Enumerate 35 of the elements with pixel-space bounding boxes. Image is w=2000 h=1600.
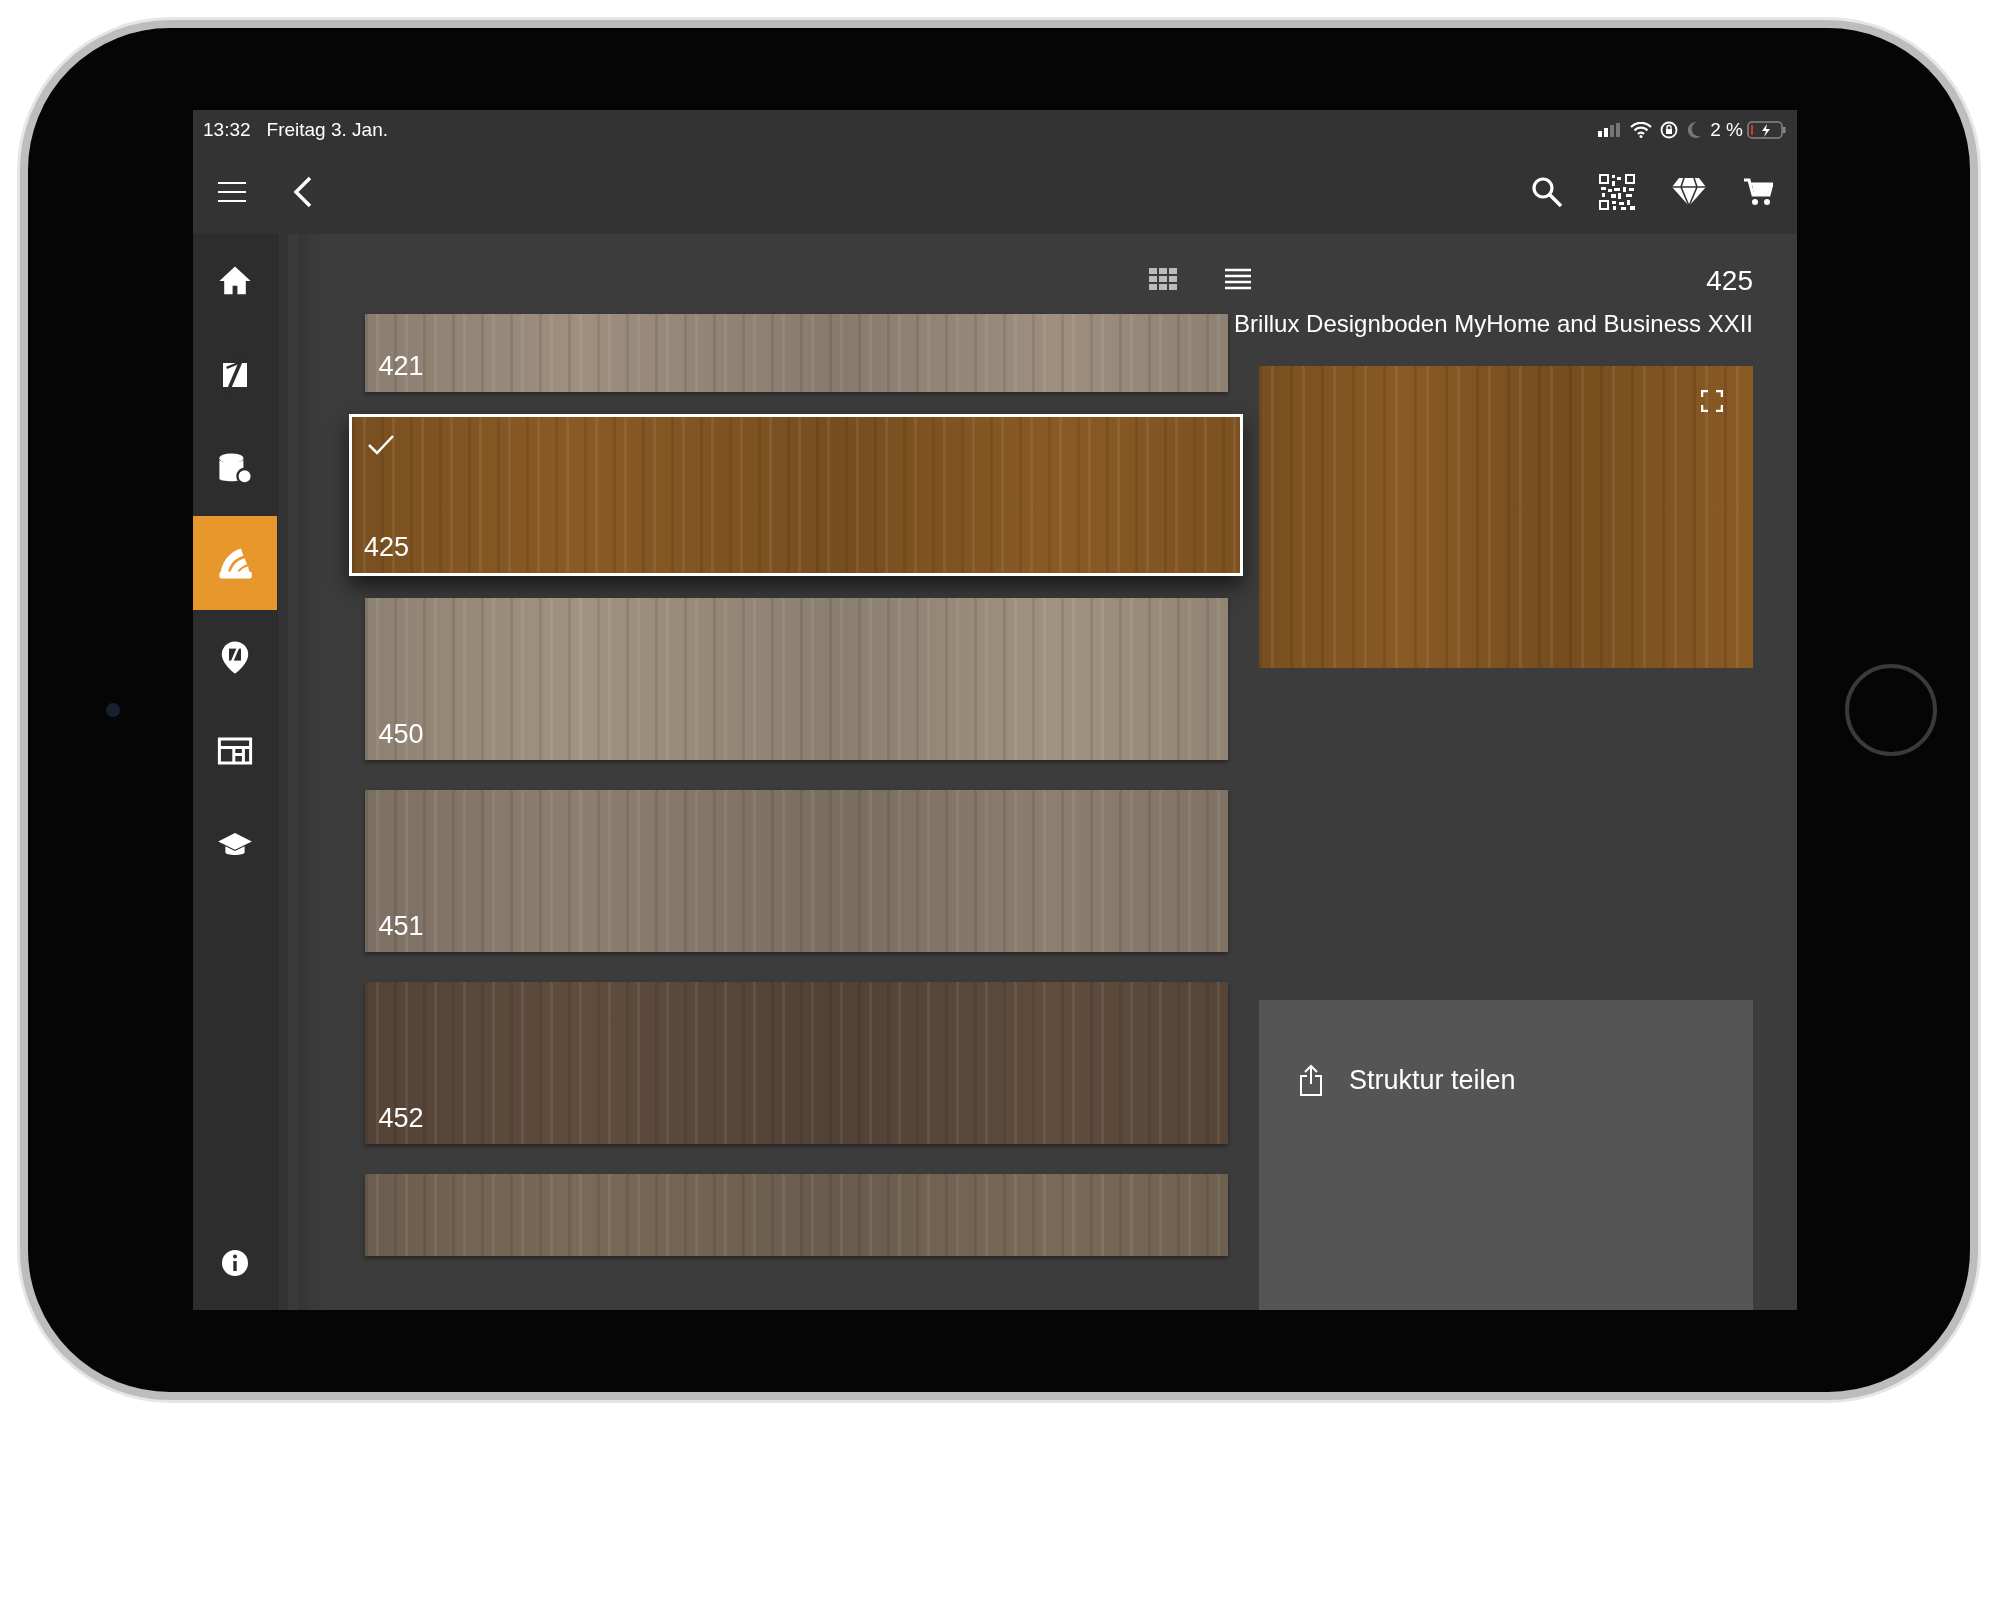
diamond-icon[interactable]	[1671, 177, 1707, 207]
swatch-number: 451	[378, 909, 424, 943]
rotation-lock-icon	[1660, 121, 1679, 139]
wood-swatch[interactable]: 452	[364, 982, 1228, 1144]
battery-percent: 2 %	[1710, 117, 1743, 142]
qr-code-icon[interactable]	[1599, 174, 1635, 210]
wood-swatch[interactable]: 425	[349, 414, 1243, 576]
wood-swatch[interactable]: 451	[364, 790, 1228, 952]
search-icon[interactable]	[1531, 176, 1563, 208]
camera-dot	[106, 703, 120, 717]
signal-icon	[1598, 123, 1623, 137]
battery-icon	[1747, 121, 1787, 139]
back-icon[interactable]	[293, 176, 313, 208]
wood-swatch[interactable]	[364, 1174, 1228, 1256]
status-date: Freitag 3. Jan.	[266, 117, 389, 142]
moon-icon	[1686, 121, 1703, 139]
wood-swatch[interactable]: 450	[364, 598, 1228, 760]
menu-icon[interactable]	[217, 181, 247, 203]
swatch-number: 452	[378, 1101, 424, 1135]
status-time: 13:32	[203, 117, 251, 142]
swatch-number: 450	[378, 717, 424, 751]
swatch-number: 421	[378, 349, 424, 383]
product-code: 425	[1706, 264, 1753, 298]
info-icon[interactable]	[221, 1249, 249, 1277]
list-view-icon[interactable]	[1225, 268, 1251, 290]
checkmark-icon	[368, 435, 394, 455]
wifi-icon	[1630, 122, 1653, 138]
grid-view-icon[interactable]	[1149, 268, 1177, 290]
cart-icon[interactable]	[1743, 177, 1773, 207]
wood-swatch[interactable]: 421	[364, 314, 1228, 392]
share-action[interactable]: Struktur teilen	[1349, 1060, 1516, 1101]
fullscreen-icon[interactable]	[1701, 390, 1723, 412]
product-name: Brillux Designboden MyHome and Business XXII	[1234, 309, 1753, 339]
swatch-number: 425	[364, 530, 410, 564]
share-icon	[1299, 1064, 1323, 1097]
